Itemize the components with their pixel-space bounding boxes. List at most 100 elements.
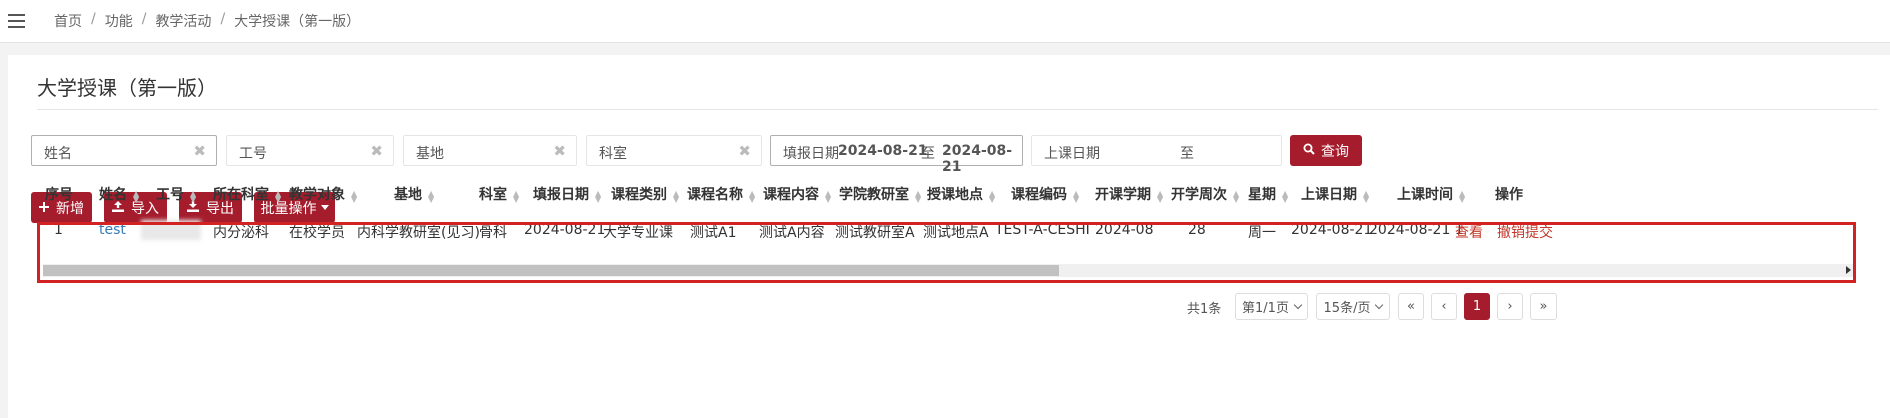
column-header-label: 教学对象 [289, 187, 345, 203]
column-header[interactable]: 星期 ▲ ▼ [1248, 184, 1288, 212]
column-header-label: 姓名 [99, 187, 127, 203]
page-size-value: 15条/页 [1323, 301, 1371, 316]
double-chevron-left-icon: « [1407, 299, 1415, 314]
column-header-label: 学院教研室 [839, 187, 909, 203]
sort-icon[interactable]: ▲ ▼ [513, 190, 519, 204]
column-header-label: 授课地点 [927, 187, 983, 203]
menu-icon[interactable] [8, 14, 25, 28]
query-button[interactable]: 查询 [1290, 135, 1362, 166]
sort-icon[interactable]: ▲ ▼ [989, 190, 995, 204]
base-select[interactable]: 基地 ✖ [403, 135, 577, 166]
column-header[interactable]: 所在科室 ▲ ▼ [213, 184, 281, 212]
scrollbar-thumb[interactable] [43, 265, 1059, 276]
cell-name-link[interactable]: test [99, 222, 126, 238]
sort-icon[interactable]: ▲ ▼ [673, 190, 679, 204]
page-size-select[interactable]: 15条/页 [1316, 293, 1390, 320]
sort-icon[interactable]: ▲ ▼ [133, 190, 139, 204]
chevron-right-icon: › [1507, 299, 1513, 314]
breadcrumb-current: 大学授课（第一版） [234, 14, 361, 30]
column-header[interactable]: 课程类别 ▲ ▼ [611, 184, 679, 212]
total-count: 共1条 [1187, 302, 1222, 317]
column-header-label: 上课时间 [1397, 187, 1453, 203]
sort-icon[interactable]: ▲ ▼ [595, 190, 601, 204]
sort-icon[interactable]: ▲ ▼ [1233, 190, 1239, 204]
cell-class-time: 2024-08-21 1 [1369, 222, 1464, 238]
clear-icon[interactable]: ✖ [370, 142, 383, 160]
next-page-button[interactable]: › [1497, 293, 1523, 320]
report-date-separator: 至 [921, 146, 935, 162]
sort-icon[interactable]: ▲ ▼ [1282, 190, 1288, 204]
column-header[interactable]: 工号 ▲ ▼ [156, 184, 196, 212]
sort-icon[interactable]: ▲ ▼ [915, 190, 921, 204]
horizontal-scrollbar[interactable] [43, 264, 1854, 277]
sort-icon[interactable]: ▲ ▼ [825, 190, 831, 204]
view-link[interactable]: 查看 [1455, 222, 1483, 242]
column-header[interactable]: 授课地点 ▲ ▼ [927, 184, 995, 212]
column-header[interactable]: 序号 [45, 184, 73, 212]
column-header[interactable]: 开课学期 ▲ ▼ [1095, 184, 1163, 212]
chevron-down-icon [1293, 300, 1303, 309]
column-header-label: 星期 [1248, 187, 1276, 203]
revoke-submit-link[interactable]: 撤销提交 [1497, 222, 1553, 242]
cell-course-name: 测试A1 [690, 225, 737, 241]
page-select[interactable]: 第1/1页 [1235, 293, 1308, 320]
column-header[interactable]: 操作 [1495, 184, 1523, 212]
sort-icon[interactable]: ▲ ▼ [1073, 190, 1079, 204]
job-no-input[interactable]: 工号 ✖ [226, 135, 394, 166]
breadcrumb-function[interactable]: 功能 [105, 11, 133, 31]
column-header[interactable]: 开学周次 ▲ ▼ [1171, 184, 1239, 212]
column-header[interactable]: 基地 ▲ ▼ [394, 184, 434, 212]
column-header[interactable]: 课程名称 ▲ ▼ [687, 184, 755, 212]
cell-course-code: TEST-A-CESHI [995, 222, 1090, 238]
prev-page-button[interactable]: ‹ [1431, 293, 1457, 320]
column-header[interactable]: 学院教研室 ▲ ▼ [839, 184, 921, 212]
clear-icon[interactable]: ✖ [193, 142, 206, 160]
clear-icon[interactable]: ✖ [738, 142, 751, 160]
sort-icon[interactable]: ▲ ▼ [1459, 190, 1465, 204]
page-select-value: 第1/1页 [1242, 301, 1289, 316]
page-title: 大学授课（第一版） [37, 76, 217, 100]
search-icon [1303, 143, 1315, 159]
breadcrumb-separator: / [141, 11, 147, 27]
sort-icon[interactable]: ▲ ▼ [1157, 190, 1163, 204]
chevron-left-icon: ‹ [1441, 299, 1447, 314]
name-input[interactable]: 姓名 ✖ [31, 135, 217, 166]
query-label: 查询 [1321, 143, 1349, 160]
column-header[interactable]: 科室 ▲ ▼ [479, 184, 519, 212]
page-1-button[interactable]: 1 [1464, 293, 1490, 320]
sort-icon[interactable]: ▲ ▼ [428, 190, 434, 204]
dept-select[interactable]: 科室 ✖ [586, 135, 762, 166]
report-date-to[interactable]: 2024-08-21 [942, 143, 1022, 175]
sort-icon[interactable]: ▲ ▼ [749, 190, 755, 204]
column-header[interactable]: 姓名 ▲ ▼ [99, 184, 139, 212]
sort-icon[interactable]: ▲ ▼ [275, 190, 281, 204]
scroll-right-icon[interactable] [1846, 266, 1851, 274]
cell-audience: 在校学员 [289, 225, 345, 241]
report-date-range[interactable]: 填报日期 2024-08-21 至 2024-08-21 [770, 135, 1023, 175]
sort-icon[interactable]: ▲ ▼ [351, 190, 357, 204]
title-divider [37, 109, 1878, 110]
sort-icon[interactable]: ▲ ▼ [190, 190, 196, 204]
column-header-label: 开课学期 [1095, 187, 1151, 203]
class-date-label: 上课日期 [1044, 146, 1100, 162]
column-header[interactable]: 上课时间 ▲ ▼ [1397, 184, 1465, 212]
first-page-button[interactable]: « [1398, 293, 1424, 320]
cell-dept: 骨科 [479, 225, 507, 241]
clear-icon[interactable]: ✖ [553, 142, 566, 160]
sort-icon[interactable]: ▲ ▼ [1363, 190, 1369, 204]
column-header-label: 序号 [45, 187, 73, 203]
class-date-range[interactable]: 上课日期 至 [1031, 135, 1282, 166]
column-header[interactable]: 上课日期 ▲ ▼ [1301, 184, 1369, 212]
breadcrumb-teaching[interactable]: 教学活动 [155, 11, 211, 31]
column-header[interactable]: 课程内容 ▲ ▼ [763, 184, 831, 212]
chevron-down-icon [1375, 300, 1384, 309]
column-header[interactable]: 课程编码 ▲ ▼ [1011, 184, 1079, 212]
column-header[interactable]: 填报日期 ▲ ▼ [533, 184, 601, 212]
breadcrumb-home[interactable]: 首页 [54, 11, 82, 31]
report-date-from[interactable]: 2024-08-21 [838, 143, 928, 159]
column-header[interactable]: 教学对象 ▲ ▼ [289, 184, 357, 212]
column-header-label: 所在科室 [213, 187, 269, 203]
column-header-label: 科室 [479, 187, 507, 203]
last-page-button[interactable]: » [1530, 293, 1557, 320]
name-placeholder: 姓名 [44, 146, 72, 162]
